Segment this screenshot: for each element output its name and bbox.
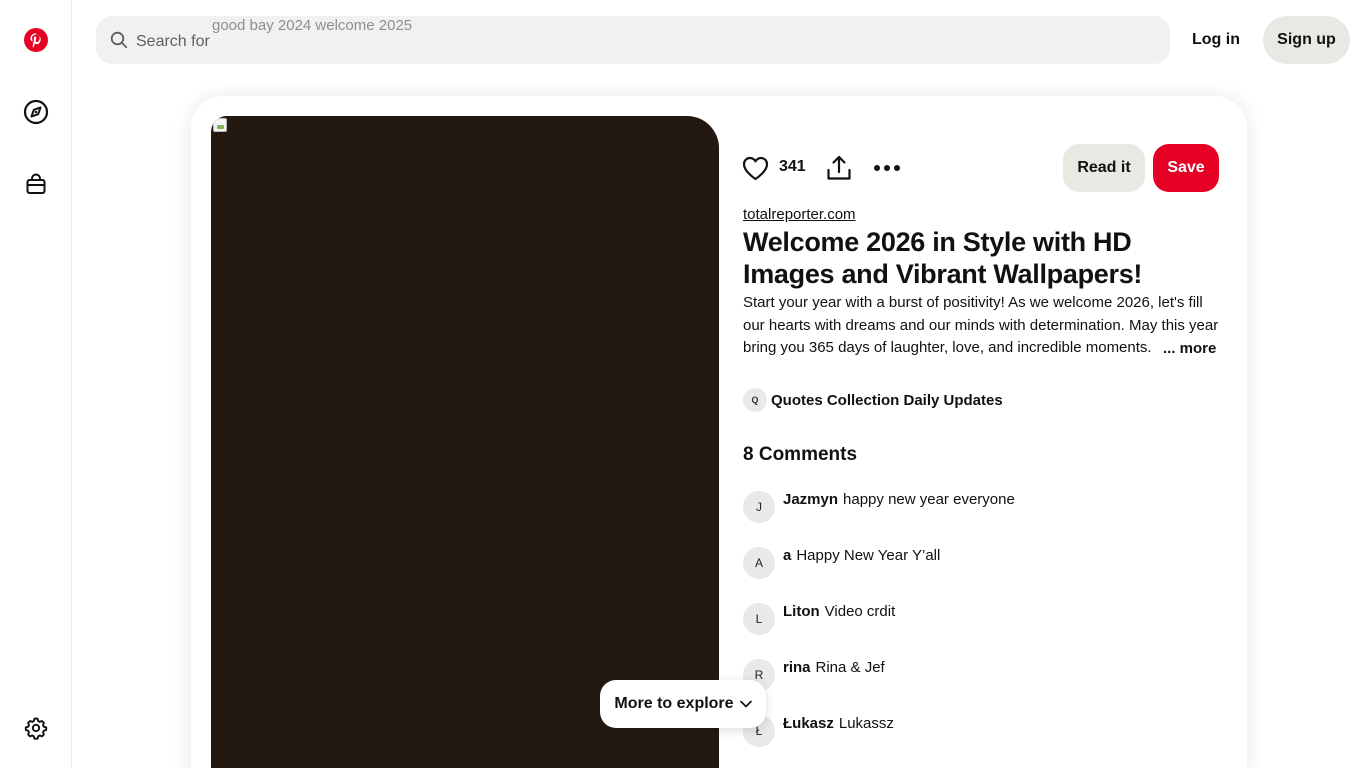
comment-item: L Liton Video crdit [743,603,1219,637]
comment-body: Łukasz Lukassz [783,715,894,732]
like-count: 341 [779,158,806,175]
board-name: Quotes Collection Daily Updates [771,391,1003,409]
share-upload-icon[interactable] [825,154,853,182]
more-to-explore-button[interactable]: More to explore [600,680,766,728]
search-icon [110,31,128,49]
comment-username[interactable]: a [783,547,791,564]
comment-text: Rina & Jef [815,659,885,676]
comment-body: Liton Video crdit [783,603,895,620]
more-to-explore-label: More to explore [614,695,734,712]
pin-description: Start your year with a burst of positivi… [743,294,1219,356]
search-bar[interactable]: Search for good bay 2024 welcome 2025 [96,16,1170,64]
broken-image-icon [213,118,227,132]
comment-username[interactable]: Łukasz [783,715,834,732]
comment-text: Happy New Year Y’all [796,547,941,564]
pin-title: Welcome 2026 in Style with HD Images and… [743,227,1143,289]
heart-icon[interactable] [741,154,769,182]
comment-text: Video crdit [824,603,896,620]
comment-username[interactable]: rina [783,659,811,676]
comments-heading: 8 Comments [743,444,858,465]
left-nav-rail [0,0,72,768]
pin-image[interactable] [211,116,719,768]
pinterest-logo-icon[interactable] [18,22,54,58]
chevron-down-icon [739,700,752,708]
comment-avatar[interactable]: A [743,547,775,579]
search-placeholder-prefix: Search for [136,33,210,50]
login-button[interactable]: Log in [1180,16,1252,64]
signup-button[interactable]: Sign up [1263,16,1350,64]
search-suggestion-text: good bay 2024 welcome 2025 [212,17,413,34]
comment-text: happy new year everyone [843,491,1015,508]
shop-bag-icon[interactable] [18,166,54,202]
comment-item: J Jazmyn happy new year everyone [743,491,1219,525]
board-link[interactable]: Q Quotes Collection Daily Updates [743,388,1003,412]
comment-body: Jazmyn happy new year everyone [783,491,1015,508]
comment-item: Ł Łukasz Lukassz [743,715,1219,749]
save-button[interactable]: Save [1153,144,1219,192]
source-link[interactable]: totalreporter.com [743,206,856,223]
comment-avatar[interactable]: L [743,603,775,635]
comment-item: A a Happy New Year Y’all [743,547,1219,581]
settings-gear-icon[interactable] [18,710,54,746]
comment-avatar[interactable]: J [743,491,775,523]
comment-item: R rina Rina & Jef [743,659,1219,693]
read-it-button[interactable]: Read it [1063,144,1145,192]
compass-explore-icon[interactable] [18,94,54,130]
comment-text: Lukassz [838,715,894,732]
description-more-link[interactable]: ... more [1157,338,1217,360]
board-avatar: Q [743,388,767,412]
comment-username[interactable]: Liton [783,603,820,620]
comment-body: rina Rina & Jef [783,659,885,676]
more-options-icon[interactable] [872,154,902,182]
comment-body: a Happy New Year Y’all [783,547,940,564]
comment-username[interactable]: Jazmyn [783,491,838,508]
